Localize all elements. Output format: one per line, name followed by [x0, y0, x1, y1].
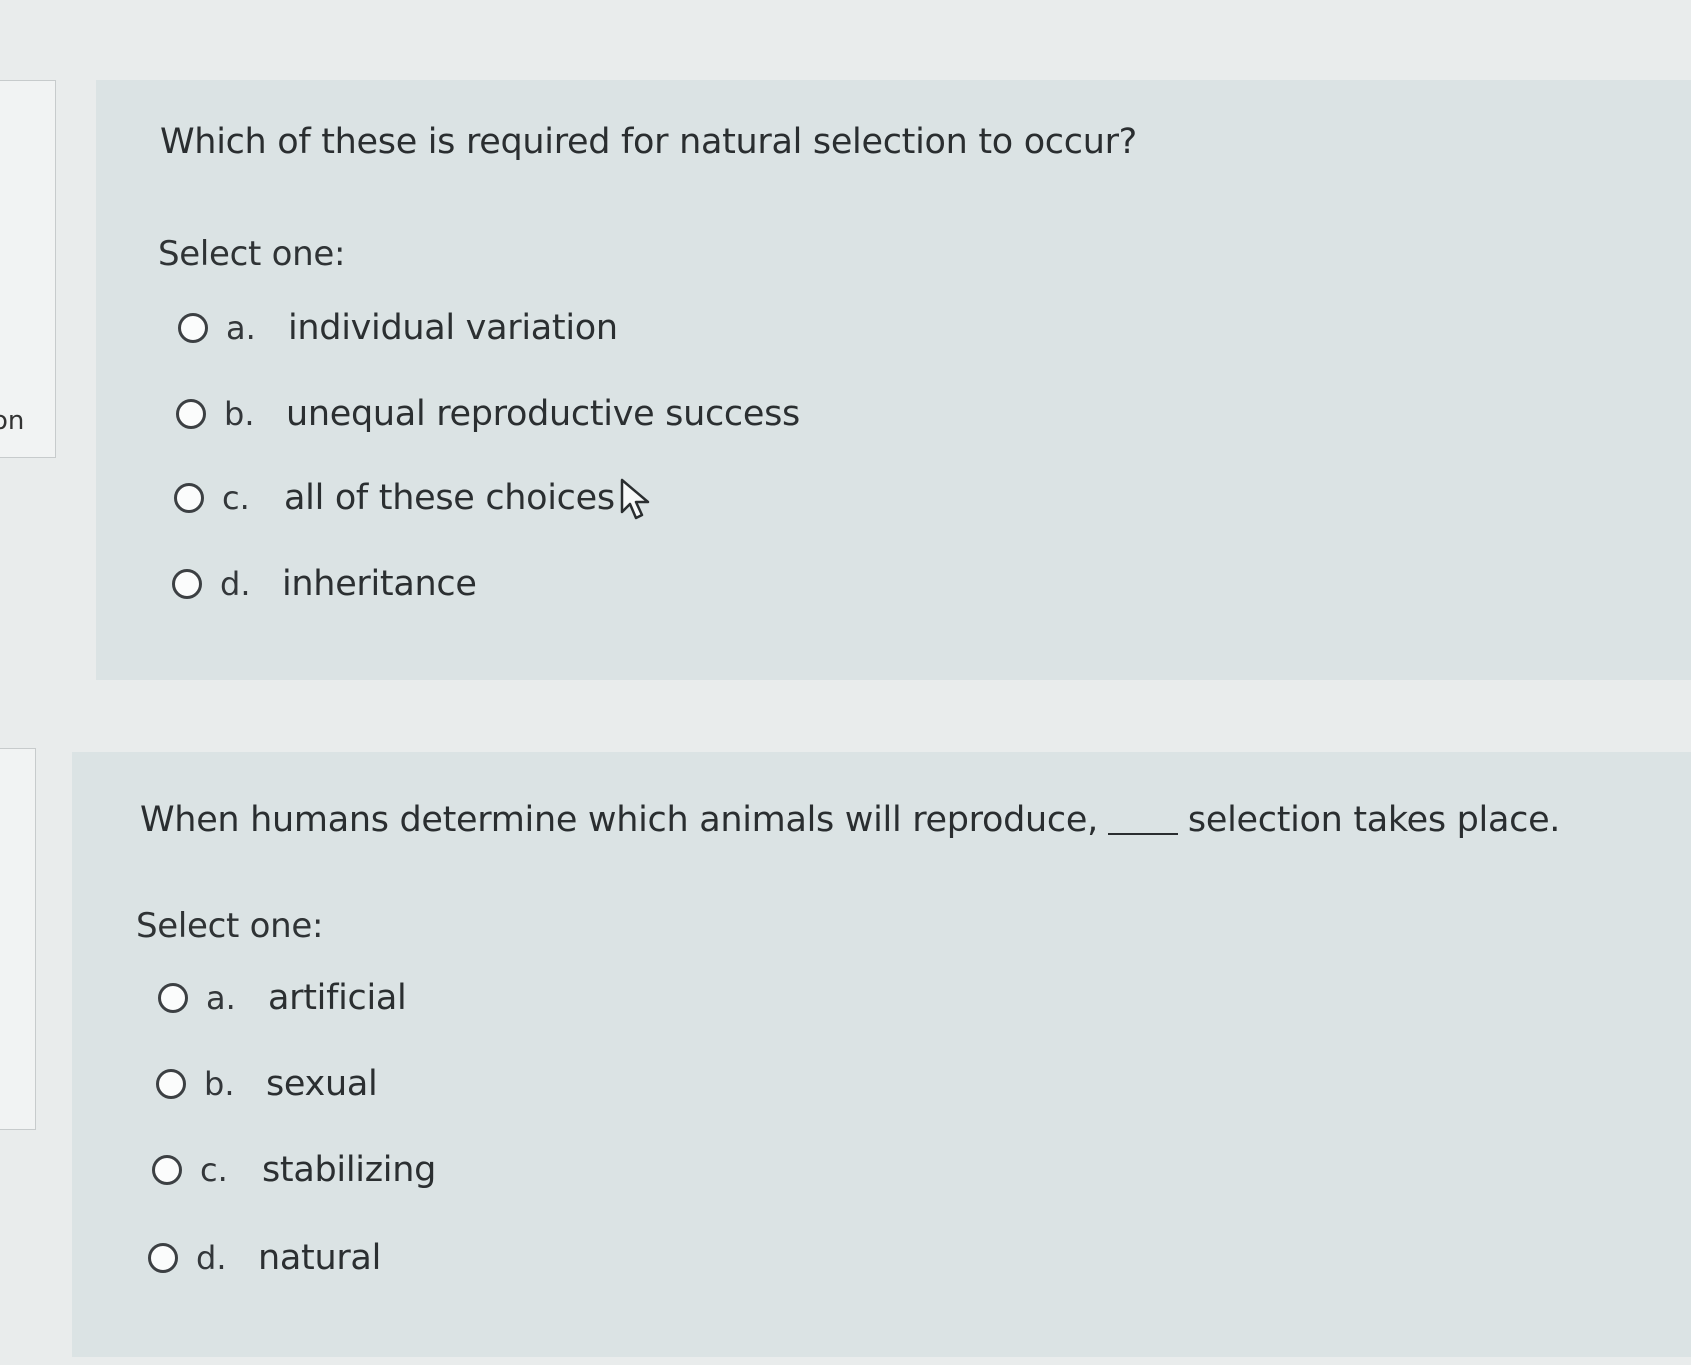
- option-label: stabilizing: [262, 1150, 436, 1190]
- option-letter: a.: [206, 979, 236, 1017]
- question-1-select-label: Select one:: [158, 234, 346, 274]
- option-letter: d.: [196, 1239, 227, 1277]
- option-label: inheritance: [282, 564, 477, 604]
- radio-unselected-icon[interactable]: [172, 569, 202, 599]
- question-2-select-label: Select one:: [136, 906, 324, 946]
- question-2-option-b[interactable]: b. sexual: [156, 1062, 378, 1106]
- option-label: individual variation: [288, 308, 618, 348]
- option-letter: d.: [220, 565, 251, 603]
- radio-unselected-icon[interactable]: [152, 1155, 182, 1185]
- question-2-option-d[interactable]: d. natural: [148, 1236, 381, 1280]
- question-2-text-after: selection takes place.: [1187, 800, 1561, 840]
- question-2-text: When humans determine which animals will…: [140, 800, 1560, 840]
- option-label: natural: [258, 1238, 381, 1278]
- question-1-option-d[interactable]: d. inheritance: [172, 562, 477, 606]
- question-1-option-a[interactable]: a. individual variation: [178, 306, 618, 350]
- radio-unselected-icon[interactable]: [176, 399, 206, 429]
- option-letter: a.: [226, 309, 256, 347]
- side-nav-panel-bottom: [0, 748, 36, 1130]
- option-label: all of these choices: [284, 478, 615, 518]
- option-letter: b.: [204, 1065, 235, 1103]
- option-label: unequal reproductive success: [286, 394, 800, 434]
- side-nav-panel-top: [0, 80, 56, 458]
- question-1-text: Which of these is required for natural s…: [160, 122, 1137, 162]
- radio-unselected-icon[interactable]: [174, 483, 204, 513]
- fill-in-blank: [1107, 833, 1178, 835]
- question-2-option-a[interactable]: a. artificial: [158, 976, 407, 1020]
- radio-unselected-icon[interactable]: [148, 1243, 178, 1273]
- option-label: sexual: [266, 1064, 378, 1104]
- option-letter: b.: [224, 395, 255, 433]
- question-1-option-c[interactable]: c. all of these choices: [174, 476, 615, 520]
- radio-unselected-icon[interactable]: [158, 983, 188, 1013]
- question-card-2: When humans determine which animals will…: [72, 752, 1691, 1357]
- question-card-1: Which of these is required for natural s…: [96, 80, 1691, 680]
- mouse-pointer-icon: [620, 478, 650, 520]
- side-nav-label: on: [0, 406, 25, 436]
- radio-unselected-icon[interactable]: [156, 1069, 186, 1099]
- radio-unselected-icon[interactable]: [178, 313, 208, 343]
- question-2-text-before: When humans determine which animals will…: [140, 800, 1098, 840]
- option-letter: c.: [222, 479, 250, 517]
- question-1-option-b[interactable]: b. unequal reproductive success: [176, 392, 800, 436]
- question-2-option-c[interactable]: c. stabilizing: [152, 1148, 436, 1192]
- option-label: artificial: [268, 978, 407, 1018]
- option-letter: c.: [200, 1151, 228, 1189]
